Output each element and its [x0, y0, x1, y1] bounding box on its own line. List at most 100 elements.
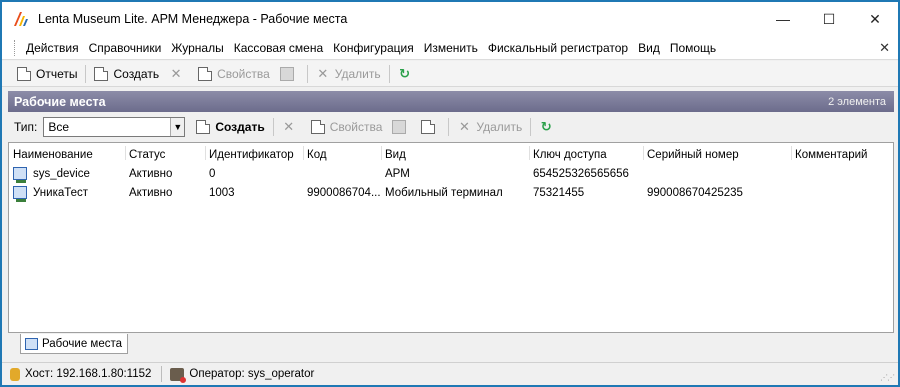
resize-grip-icon[interactable]: ⋰⋰ [880, 373, 895, 382]
properties-icon [198, 66, 213, 81]
delete-icon: ✕ [458, 119, 470, 134]
properties-icon [310, 120, 325, 134]
toolbar-separator [272, 118, 274, 136]
column-header-name[interactable]: Наименование [13, 149, 93, 161]
toolbar-separator [306, 64, 308, 83]
item-count: 2 элемента [828, 95, 886, 108]
create-button[interactable]: Создать [89, 63, 164, 85]
menu-cash-shift[interactable]: Кассовая смена [229, 37, 328, 59]
panel-refresh-button[interactable]: ↻ [534, 116, 563, 138]
menu-references[interactable]: Справочники [84, 37, 167, 59]
panel-edit-button[interactable] [416, 116, 445, 138]
panel-cancel-button[interactable]: ✕ [277, 116, 306, 138]
column-divider[interactable] [381, 146, 382, 160]
delete-icon: ✕ [317, 65, 329, 81]
host-status: Хост: 192.168.1.80:1152 [10, 367, 161, 381]
menu-fiscal-register[interactable]: Фискальный регистратор [483, 37, 633, 59]
host-label: Хост: 192.168.1.80:1152 [25, 368, 152, 380]
table-row[interactable]: УникаТест Активно 1003 9900086704... Моб… [9, 184, 893, 203]
menu-view[interactable]: Вид [633, 37, 665, 59]
menu-help[interactable]: Помощь [665, 37, 721, 59]
column-header-status[interactable]: Статус [129, 149, 165, 161]
status-bar: Хост: 192.168.1.80:1152 Оператор: sys_op… [2, 362, 898, 385]
delete-button[interactable]: ✕ Удалить [311, 63, 386, 85]
type-select-value: Все [48, 120, 70, 134]
window-title: Lenta Museum Lite. АРМ Менеджера - Рабоч… [38, 12, 348, 26]
panel-toolbar: Тип: Все ▼ Создать ✕ Свойства ✕ Удалить [8, 114, 894, 140]
refresh-icon: ↻ [399, 65, 411, 81]
column-header-id[interactable]: Идентификатор [209, 149, 294, 161]
column-header-serial[interactable]: Серийный номер [647, 149, 739, 161]
cell-access-key: 654525326565656 [533, 168, 629, 180]
cancel-icon: ✕ [283, 119, 295, 134]
panel-properties-label: Свойства [329, 120, 383, 134]
column-header-access-key[interactable]: Ключ доступа [533, 149, 607, 161]
panel-properties-button[interactable]: Свойства [306, 116, 388, 138]
workstation-icon [13, 186, 27, 202]
refresh-button[interactable]: ↻ [393, 63, 422, 85]
minimize-button[interactable]: — [760, 2, 806, 36]
panel-create-button[interactable]: Создать [191, 116, 269, 138]
menu-edit[interactable]: Изменить [419, 37, 483, 59]
chevron-down-icon[interactable]: ▼ [170, 118, 185, 136]
close-button[interactable]: ✕ [852, 2, 898, 36]
status-separator [161, 366, 163, 382]
column-divider[interactable] [303, 146, 304, 160]
cell-id: 0 [209, 168, 216, 180]
save-icon-button[interactable] [275, 63, 304, 85]
save-icon [279, 66, 294, 81]
app-logo-icon [14, 12, 28, 26]
tab-label: Рабочие места [42, 337, 123, 350]
panel-title: Рабочие места [14, 94, 106, 109]
column-divider[interactable] [529, 146, 530, 160]
panel-save-button[interactable] [387, 116, 416, 138]
panel-delete-label: Удалить [476, 120, 523, 134]
tab-strip: Рабочие места [8, 334, 894, 356]
properties-button[interactable]: Свойства [193, 63, 275, 85]
new-document-icon [94, 66, 109, 81]
panel-delete-button[interactable]: ✕ Удалить [452, 116, 527, 138]
delete-label: Удалить [334, 66, 381, 81]
column-header-code[interactable]: Код [307, 149, 327, 161]
menu-close-icon[interactable]: ✕ [879, 40, 890, 56]
type-select[interactable]: Все ▼ [43, 117, 186, 137]
properties-label: Свойства [217, 66, 270, 81]
operator-label: Оператор: sys_operator [189, 368, 315, 380]
column-divider[interactable] [791, 146, 792, 160]
column-divider[interactable] [125, 146, 126, 160]
panel-header: Рабочие места 2 элемента [8, 91, 894, 112]
edit-icon [421, 120, 436, 134]
cell-access-key: 75321455 [533, 187, 585, 199]
toolbar-separator [448, 118, 450, 136]
cancel-icon: ✕ [170, 65, 182, 81]
column-divider[interactable] [205, 146, 206, 160]
workstation-icon [13, 167, 27, 183]
cell-status: Активно [129, 168, 173, 180]
tab-workstations[interactable]: Рабочие места [20, 334, 129, 354]
column-divider[interactable] [643, 146, 644, 160]
title-bar: Lenta Museum Lite. АРМ Менеджера - Рабоч… [2, 2, 898, 36]
column-header-kind[interactable]: Вид [385, 149, 406, 161]
cell-serial: 990008670425235 [647, 187, 743, 199]
menu-configuration[interactable]: Конфигурация [328, 37, 419, 59]
cancel-icon-button[interactable]: ✕ [164, 63, 193, 85]
operator-status: Оператор: sys_operator [170, 367, 324, 383]
create-label: Создать [113, 66, 160, 81]
menu-actions[interactable]: Действия [21, 37, 84, 59]
column-header-comment[interactable]: Комментарий [795, 149, 867, 161]
workstations-table[interactable]: Наименование Статус Идентификатор Код Ви… [8, 142, 894, 333]
database-icon [10, 367, 20, 381]
cell-kind: Мобильный терминал [385, 187, 503, 199]
reports-button[interactable]: Отчеты [12, 63, 82, 85]
table-header: Наименование Статус Идентификатор Код Ви… [9, 143, 893, 162]
table-row[interactable]: sys_device Активно 0 АРМ 654525326565656 [9, 165, 893, 184]
main-toolbar: Отчеты Создать ✕ Свойства ✕ Удалить ↻ [2, 61, 898, 87]
panel-create-label: Создать [215, 120, 265, 134]
menu-bar: Действия Справочники Журналы Кассовая см… [2, 36, 898, 60]
maximize-button[interactable]: ☐ [806, 2, 852, 36]
workstation-icon [25, 337, 38, 350]
menu-journals[interactable]: Журналы [166, 37, 228, 59]
save-icon [392, 120, 407, 134]
new-document-icon [196, 120, 211, 134]
toolbar-separator [530, 118, 532, 136]
